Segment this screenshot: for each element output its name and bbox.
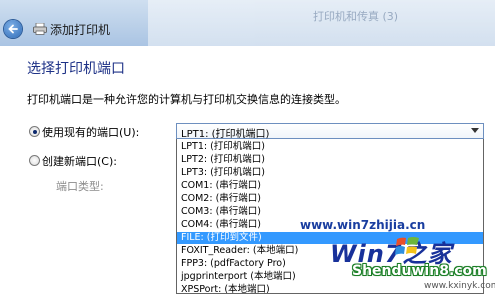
port-type-label: 端口类型:: [56, 180, 104, 193]
use-existing-port-radio[interactable]: [29, 126, 40, 137]
windows-logo-icon: [395, 237, 419, 255]
port-option[interactable]: COM1: (串行端口): [177, 180, 483, 192]
port-option[interactable]: COM3: (串行端口): [177, 206, 483, 218]
port-option[interactable]: LPT3: (打印机端口): [177, 167, 483, 179]
port-option[interactable]: LPT1: (打印机端口): [177, 141, 483, 153]
chevron-down-icon[interactable]: [471, 128, 479, 133]
background-window-title: 打印机和传真 (3): [313, 10, 399, 23]
back-button[interactable]: [4, 20, 22, 38]
create-new-port-label[interactable]: 创建新端口(C):: [42, 153, 117, 169]
port-option[interactable]: COM2: (串行端口): [177, 193, 483, 205]
create-new-port-radio[interactable]: [29, 155, 40, 166]
back-arrow-icon: [8, 24, 18, 34]
printer-icon: [33, 23, 47, 35]
port-select[interactable]: LPT1: (打印机端口): [176, 123, 484, 140]
page-heading: 选择打印机端口: [27, 61, 125, 77]
page-description: 打印机端口是一种允许您的计算机与打印机交换信息的连接类型。: [27, 93, 346, 106]
watermark-url-secondary: www.kxinyk.com: [424, 281, 495, 291]
use-existing-port-label[interactable]: 使用现有的端口(U):: [42, 124, 139, 140]
port-select-value: LPT1: (打印机端口): [181, 129, 270, 140]
watermark-site: Shenduwin8.com: [352, 263, 487, 279]
window-title: 添加打印机: [50, 23, 111, 37]
watermark-url: www.win7zhijia.cn: [300, 218, 426, 232]
port-option[interactable]: LPT2: (打印机端口): [177, 154, 483, 166]
